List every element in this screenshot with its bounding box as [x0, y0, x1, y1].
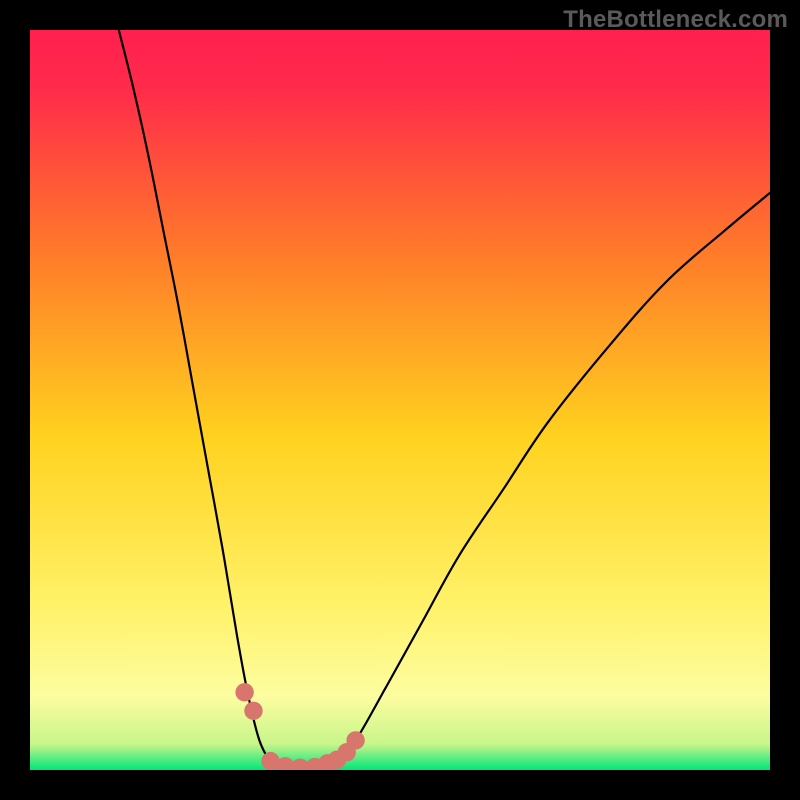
gradient-background: [30, 30, 770, 770]
highlight-dot: [235, 683, 253, 701]
plot-svg: [30, 30, 770, 770]
plot-area: [30, 30, 770, 770]
watermark-text: TheBottleneck.com: [563, 6, 788, 34]
highlight-dot: [346, 731, 364, 749]
highlight-dot: [244, 702, 262, 720]
chart-frame: TheBottleneck.com: [0, 0, 800, 800]
